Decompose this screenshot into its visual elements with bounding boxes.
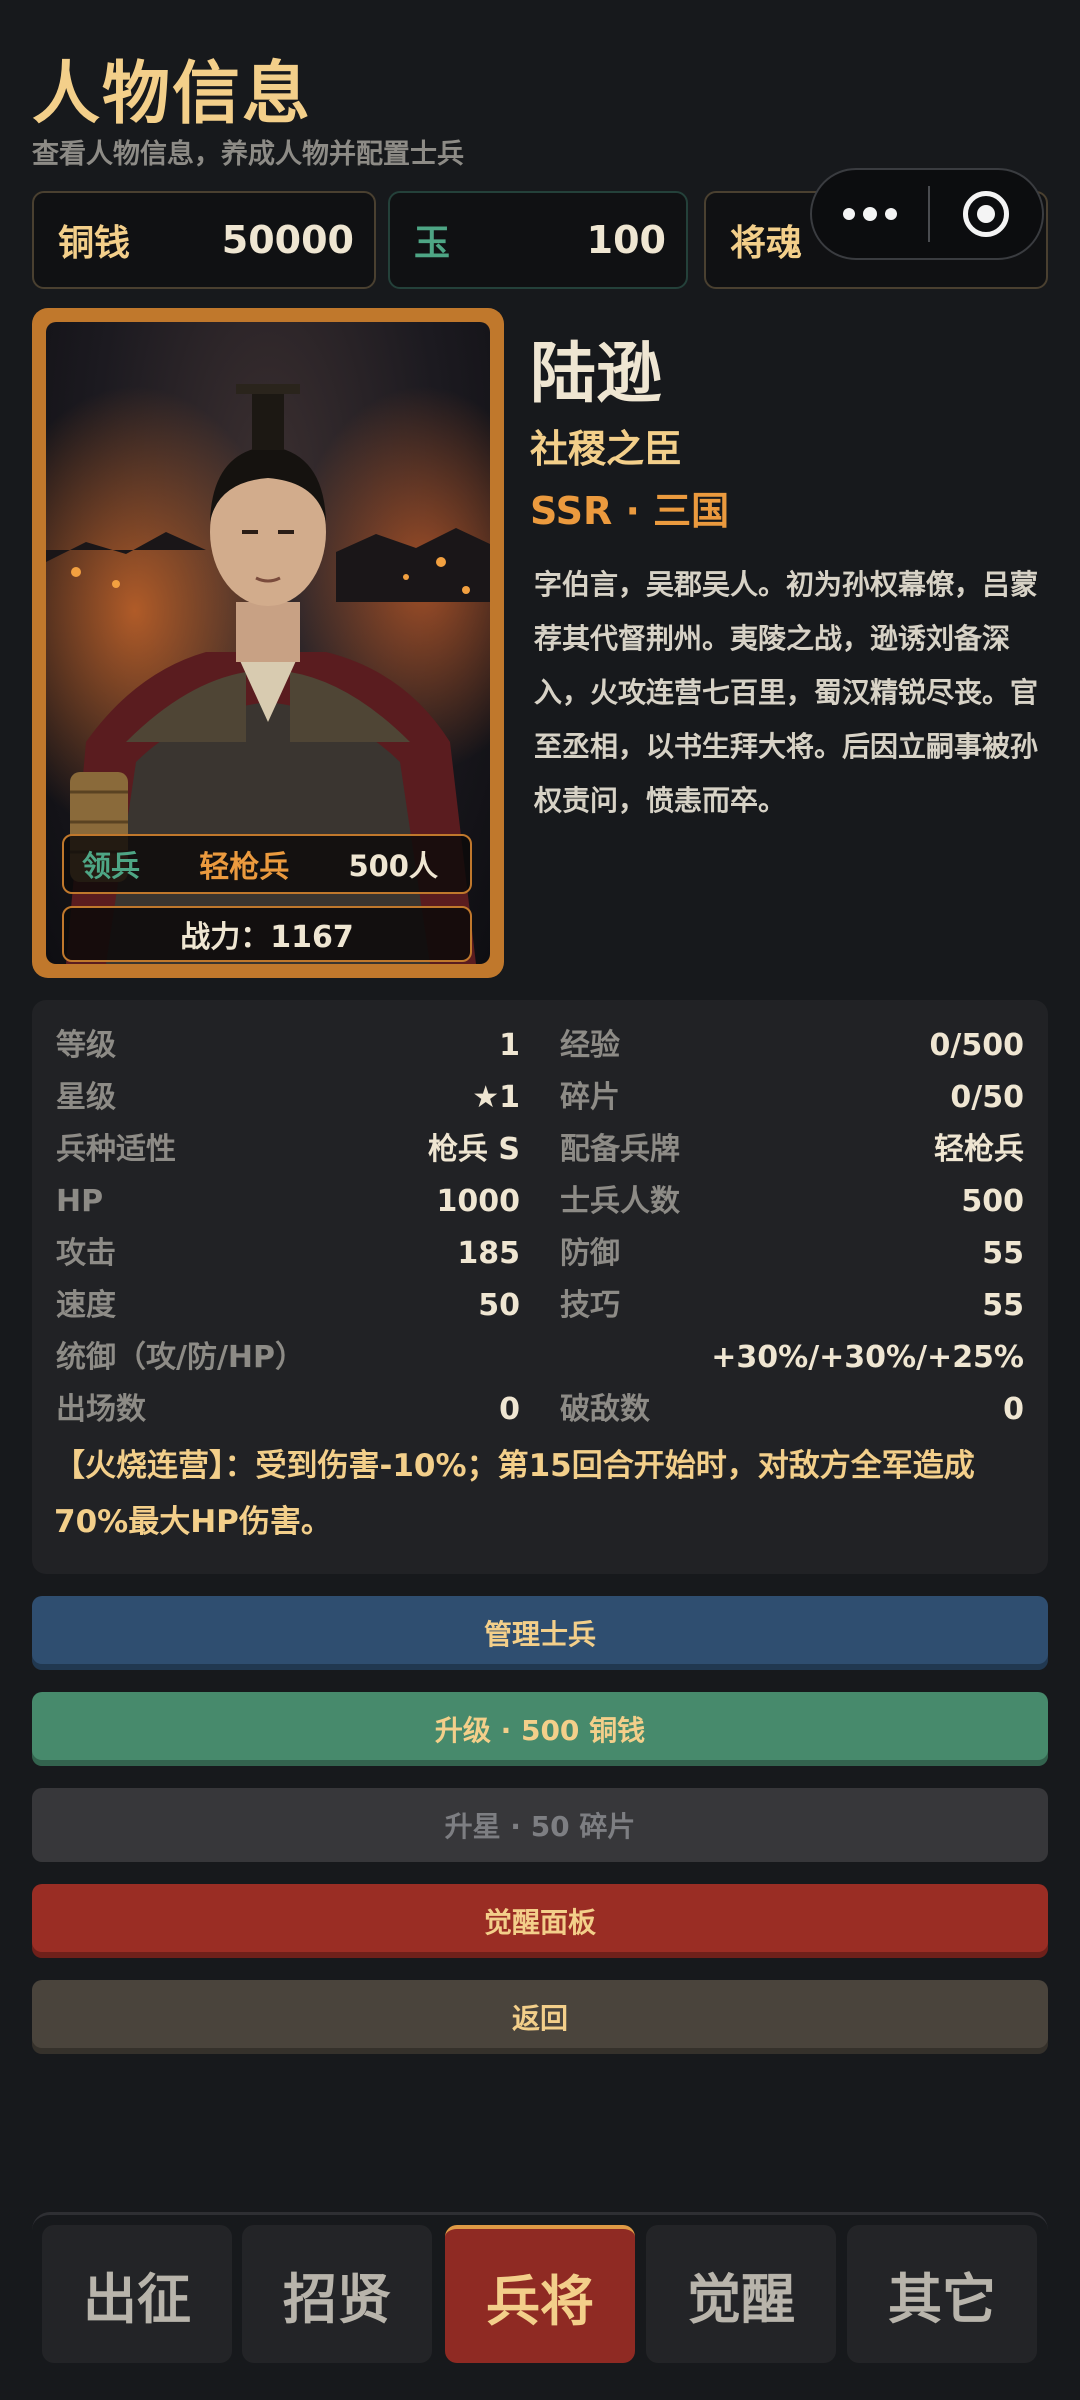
star-up-button[interactable]: 升星 · 50 碎片 bbox=[32, 1788, 1048, 1862]
hero-portrait-card[interactable]: 领兵 轻枪兵 500人 战力：1167 bbox=[32, 308, 504, 978]
hero-portrait: 领兵 轻枪兵 500人 战力：1167 bbox=[46, 322, 490, 964]
combat-power: 战力：1167 bbox=[62, 906, 472, 962]
stat-value: ★1 bbox=[472, 1080, 520, 1115]
stat-value: 0/500 bbox=[929, 1028, 1024, 1063]
stat-value: 55 bbox=[982, 1236, 1024, 1271]
currency-jade-label: 玉 bbox=[414, 223, 451, 264]
hero-title: 社稷之臣 bbox=[530, 427, 683, 471]
stat-value: 55 bbox=[982, 1288, 1024, 1323]
stat-label: 配备兵牌 bbox=[560, 1132, 680, 1167]
troop-count: 500人 bbox=[348, 849, 438, 883]
stat-value: 185 bbox=[457, 1236, 520, 1271]
stat-row: 出场数 0 破敌数 0 bbox=[56, 1384, 1024, 1436]
page-title: 人物信息 bbox=[32, 55, 313, 134]
currency-jade-value: 100 bbox=[586, 218, 666, 262]
currency-jade: 玉 100 bbox=[388, 191, 688, 289]
level-up-button[interactable]: 升级 · 500 铜钱 bbox=[32, 1692, 1048, 1766]
skill-description: 【火烧连营】：受到伤害-10%；第15回合开始时，对敌方全军造成70%最大HP伤… bbox=[54, 1448, 975, 1540]
hero-bio: 字伯言，吴郡吴人。初为孙权幕僚，吕蒙荐其代督荆州。夷陵之战，逊诱刘备深入，火攻连… bbox=[534, 568, 1039, 817]
miniprogram-capsule bbox=[810, 168, 1044, 260]
stat-value: +30%/+30%/+25% bbox=[711, 1340, 1024, 1375]
stat-row: 星级 ★1 碎片 0/50 bbox=[56, 1072, 1024, 1124]
stat-row: HP 1000 士兵人数 500 bbox=[56, 1176, 1024, 1228]
stat-row: 速度 50 技巧 55 bbox=[56, 1280, 1024, 1332]
stat-value: 50 bbox=[478, 1288, 520, 1323]
stats-panel: 等级 1 经验 0/500 星级 ★1 碎片 0/50 兵种适性 枪兵 S 配备… bbox=[32, 1000, 1048, 1574]
stat-value: 1 bbox=[499, 1028, 520, 1063]
back-button[interactable]: 返回 bbox=[32, 1980, 1048, 2054]
stat-label: 经验 bbox=[560, 1028, 620, 1063]
stat-row: 统御（攻/防/HP） +30%/+30%/+25% bbox=[56, 1332, 1024, 1384]
nav-tab-other[interactable]: 其它 bbox=[847, 2225, 1037, 2363]
stat-label: 攻击 bbox=[56, 1236, 116, 1271]
stat-row: 等级 1 经验 0/500 bbox=[56, 1020, 1024, 1072]
currency-copper-label: 铜钱 bbox=[58, 223, 131, 264]
stat-value: 0 bbox=[1003, 1392, 1024, 1427]
nav-tab-expedition[interactable]: 出征 bbox=[42, 2225, 232, 2363]
stat-label: HP bbox=[56, 1184, 104, 1219]
stat-label: 破敌数 bbox=[560, 1392, 650, 1427]
page-subtitle: 查看人物信息，养成人物并配置士兵 bbox=[32, 139, 464, 170]
stat-label: 统御（攻/防/HP） bbox=[56, 1340, 306, 1375]
currency-copper-value: 50000 bbox=[221, 218, 354, 262]
stat-label: 兵种适性 bbox=[56, 1132, 176, 1167]
stat-label: 技巧 bbox=[560, 1288, 620, 1323]
troop-type: 轻枪兵 bbox=[199, 850, 290, 885]
stat-label: 碎片 bbox=[560, 1080, 620, 1115]
stat-value: 轻枪兵 bbox=[934, 1132, 1024, 1167]
manage-soldiers-button[interactable]: 管理士兵 bbox=[32, 1596, 1048, 1670]
troop-label: 领兵 bbox=[82, 849, 141, 883]
stat-label: 速度 bbox=[56, 1288, 116, 1323]
stat-row: 兵种适性 枪兵 S 配备兵牌 轻枪兵 bbox=[56, 1124, 1024, 1176]
stat-label: 星级 bbox=[56, 1080, 116, 1115]
currency-copper: 铜钱 50000 bbox=[32, 191, 376, 289]
stat-value: 0/50 bbox=[950, 1080, 1024, 1115]
stat-label: 等级 bbox=[56, 1028, 116, 1063]
stat-label: 出场数 bbox=[56, 1392, 146, 1427]
stat-value: 0 bbox=[499, 1392, 520, 1427]
hero-name: 陆逊 bbox=[530, 335, 662, 412]
stat-value: 500 bbox=[961, 1184, 1024, 1219]
stat-value: 枪兵 S bbox=[427, 1132, 520, 1167]
stat-row: 攻击 185 防御 55 bbox=[56, 1228, 1024, 1280]
troop-info-bar: 领兵 轻枪兵 500人 bbox=[62, 834, 472, 894]
target-circle-icon[interactable] bbox=[930, 191, 1042, 237]
more-dots-icon[interactable] bbox=[812, 170, 928, 258]
stat-label: 防御 bbox=[560, 1236, 620, 1271]
stat-label: 士兵人数 bbox=[560, 1184, 680, 1219]
nav-tab-generals[interactable]: 兵将 bbox=[445, 2225, 635, 2363]
stat-value: 1000 bbox=[436, 1184, 521, 1219]
nav-tab-awaken[interactable]: 觉醒 bbox=[646, 2225, 836, 2363]
hero-rarity: SSR · 三国 bbox=[530, 489, 730, 533]
bottom-nav: 出征 招贤 兵将 觉醒 其它 bbox=[32, 2212, 1048, 2368]
currency-soul-label: 将魂 bbox=[730, 223, 803, 264]
nav-tab-recruit[interactable]: 招贤 bbox=[242, 2225, 432, 2363]
awaken-panel-button[interactable]: 觉醒面板 bbox=[32, 1884, 1048, 1958]
